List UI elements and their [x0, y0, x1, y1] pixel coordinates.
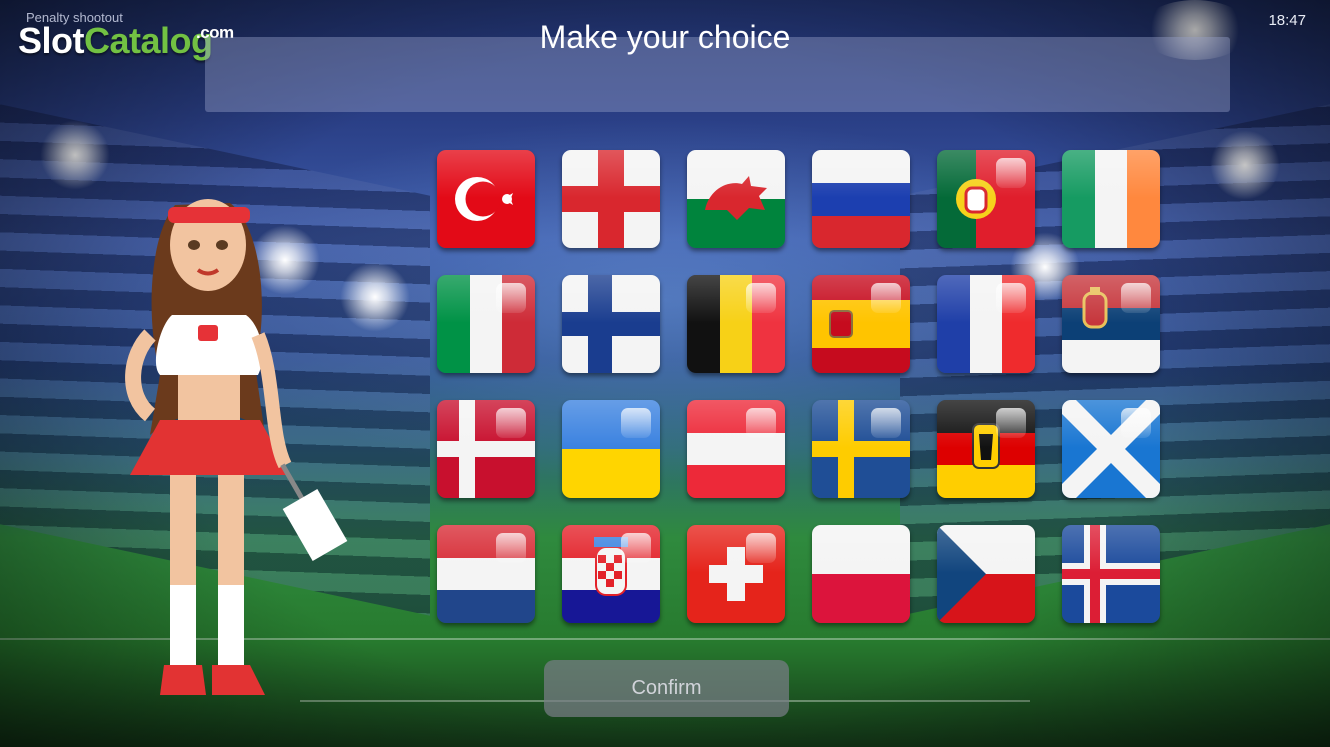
denmark-flag[interactable] — [437, 400, 535, 498]
portugal-flag[interactable] — [937, 150, 1035, 248]
poland-flag[interactable] — [812, 525, 910, 623]
croatia-flag[interactable] — [562, 525, 660, 623]
belgium-flag[interactable] — [687, 275, 785, 373]
czech-republic-flag[interactable] — [937, 525, 1035, 623]
page-title: Make your choice — [539, 19, 791, 55]
wales-flag[interactable] — [687, 150, 785, 248]
sweden-flag[interactable] — [812, 400, 910, 498]
spain-flag[interactable] — [812, 275, 910, 373]
netherlands-flag[interactable] — [437, 525, 535, 623]
ireland-flag[interactable] — [1062, 150, 1160, 248]
finland-flag[interactable] — [562, 275, 660, 373]
france-flag[interactable] — [937, 275, 1035, 373]
austria-flag[interactable] — [687, 400, 785, 498]
germany-flag[interactable] — [937, 400, 1035, 498]
cheerleader-character — [125, 199, 348, 695]
switzerland-flag[interactable] — [687, 525, 785, 623]
confirm-button[interactable]: Confirm — [544, 660, 789, 717]
russia-flag[interactable] — [812, 150, 910, 248]
turkey-flag[interactable] — [437, 150, 535, 248]
italy-flag[interactable] — [437, 275, 535, 373]
ukraine-flag[interactable] — [562, 400, 660, 498]
iceland-flag[interactable] — [1062, 525, 1160, 623]
england-flag[interactable] — [562, 150, 660, 248]
scotland-flag[interactable] — [1062, 400, 1160, 498]
serbia-flag[interactable] — [1062, 275, 1160, 373]
game-screen: Penalty shootout 18:47 SlotCatalog .com … — [0, 0, 1330, 747]
